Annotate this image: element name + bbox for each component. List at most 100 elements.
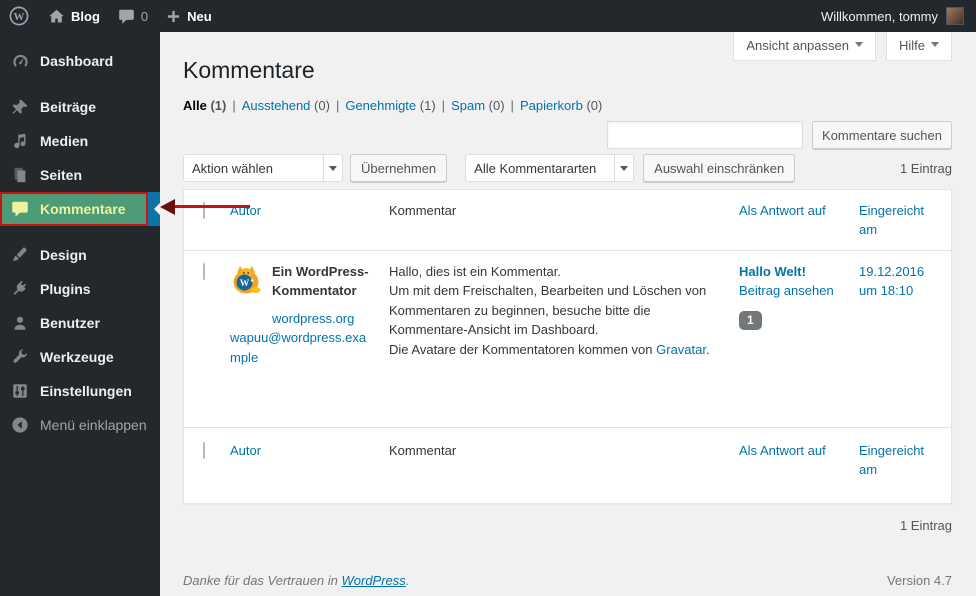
sidebar-item-users[interactable]: Benutzer (0, 306, 160, 340)
column-author[interactable]: Autor (230, 443, 261, 458)
in-response-to-cell: Hallo Welt! Beitrag ansehen 1 (729, 251, 849, 427)
filter-all[interactable]: Alle (1) (183, 98, 226, 113)
settings-icon (10, 381, 30, 401)
admin-bar-comments[interactable]: 0 (109, 0, 157, 32)
collapse-arrow-icon (10, 415, 30, 435)
author-name: Ein WordPress-Kommentator (272, 263, 369, 299)
author-email-link[interactable]: wapuu@wordpress.example (230, 328, 369, 367)
row-checkbox[interactable] (203, 262, 205, 280)
items-count: 1 Eintrag (899, 160, 952, 176)
collapse-menu-button[interactable]: Menü einklappen (0, 408, 160, 442)
sidebar-item-label: Plugins (40, 281, 91, 297)
paintbrush-icon (10, 245, 30, 265)
comment-text: Die Avatare der Kommentatoren kommen von… (389, 341, 710, 357)
comment-date-link[interactable]: 19.12.2016 (859, 262, 941, 282)
comment-count: 0 (140, 8, 149, 24)
sidebar-item-label: Werkzeuge (40, 349, 114, 365)
search-input[interactable] (607, 121, 803, 149)
home-icon (48, 8, 65, 25)
version-text: Version 4.7 (886, 573, 952, 588)
sidebar-item-label: Design (40, 247, 87, 263)
collapse-menu-label: Menü einklappen (40, 417, 147, 433)
plus-icon (166, 9, 181, 24)
status-filter-links: Alle (1) | Ausstehend (0) | Genehmigte (1) | S… (183, 98, 603, 113)
column-in-response-to[interactable]: Als Antwort auf (739, 203, 826, 218)
comments-table: Autor Kommentar Als Antwort auf Eingerei… (183, 189, 952, 505)
items-count: 1 Eintrag (899, 518, 952, 534)
comment-text: Um mit dem Freischalten, Bearbeiten und … (389, 283, 707, 338)
chevron-down-icon (931, 42, 939, 51)
screen-options-label: Ansicht anpassen (746, 38, 849, 53)
wordpress-logo-icon[interactable]: W (0, 0, 39, 32)
comments-icon (10, 199, 30, 219)
comment-count-badge[interactable]: 1 (739, 310, 762, 331)
view-post-link[interactable]: Beitrag ansehen (739, 281, 839, 301)
greeting-text[interactable]: Willkommen, tommy (821, 9, 938, 24)
wordpress-link[interactable]: WordPress (342, 573, 406, 588)
apply-button[interactable]: Übernehmen (350, 154, 448, 182)
post-link[interactable]: Hallo Welt! (739, 262, 839, 282)
pushpin-icon (10, 97, 30, 117)
filter-approved[interactable]: Genehmigte (345, 98, 416, 113)
sidebar-item-label: Dashboard (40, 53, 114, 69)
admin-bar: W Blog 0 Neu Willkommen, tommy (0, 0, 976, 32)
select-arrow-icon (323, 155, 342, 181)
filter-button[interactable]: Auswahl einschränken (643, 154, 796, 182)
bulk-action-select[interactable]: Aktion wählen (183, 154, 343, 182)
sidebar-item-comments[interactable]: Kommentare (0, 192, 160, 226)
footer-thanks-text: Danke für das Vertrauen in WordPress. (183, 573, 410, 588)
sidebar-item-tools[interactable]: Werkzeuge (0, 340, 160, 374)
admin-bar-new[interactable]: Neu (157, 0, 221, 32)
search-comments-button[interactable]: Kommentare suchen (812, 121, 952, 149)
dashboard-icon (10, 51, 30, 71)
column-comment: Kommentar (389, 442, 457, 458)
help-button[interactable]: Hilfe (885, 32, 952, 61)
tablenav-bottom: 1 Eintrag (183, 518, 952, 533)
user-icon (10, 313, 30, 333)
sidebar-item-label: Seiten (40, 167, 83, 183)
filter-spam[interactable]: Spam (451, 98, 485, 113)
new-label: Neu (187, 8, 212, 24)
annotation-arrow-head (152, 199, 175, 215)
author-url-link[interactable]: wordpress.org (272, 309, 354, 329)
sidebar-item-label: Benutzer (40, 315, 100, 331)
sidebar-item-media[interactable]: Medien (0, 124, 160, 158)
sidebar-item-pages[interactable]: Seiten (0, 158, 160, 192)
select-arrow-icon (614, 155, 633, 181)
sidebar-item-appearance[interactable]: Design (0, 238, 160, 272)
select-all-checkbox[interactable] (203, 441, 205, 459)
comment-type-select[interactable]: Alle Kommentararten (465, 154, 635, 182)
user-avatar[interactable] (946, 7, 964, 25)
column-submitted-on[interactable]: Eingereicht am (859, 443, 924, 477)
media-icon (10, 131, 30, 151)
column-in-response-to[interactable]: Als Antwort auf (739, 443, 826, 458)
wrench-icon (10, 347, 30, 367)
admin-footer: Danke für das Vertrauen in WordPress. Ve… (183, 573, 952, 588)
comment-cell: Hallo, dies ist ein Kommentar. Um mit de… (379, 251, 729, 427)
comment-bubble-icon (118, 8, 135, 25)
content-area: Ansicht anpassen Hilfe Kommentare Alle (… (160, 32, 976, 596)
help-label: Hilfe (898, 38, 925, 53)
sidebar-item-label: Kommentare (40, 201, 126, 217)
column-submitted-on[interactable]: Eingereicht am (859, 203, 924, 237)
sidebar-item-posts[interactable]: Beiträge (0, 90, 160, 124)
screen-options-button[interactable]: Ansicht anpassen (733, 32, 876, 61)
table-header-row: Autor Kommentar Als Antwort auf Eingerei… (184, 190, 951, 251)
sidebar-item-plugins[interactable]: Plugins (0, 272, 160, 306)
chevron-down-icon (854, 42, 863, 51)
filter-pending[interactable]: Ausstehend (242, 98, 311, 113)
sidebar-item-label: Medien (40, 133, 89, 149)
filter-trash[interactable]: Papierkorb (520, 98, 583, 113)
comment-row: W Ein WordPress-Kommentator wordpress.or… (184, 251, 951, 427)
table-footer-row: Autor Kommentar Als Antwort auf Eingerei… (184, 426, 951, 504)
sidebar-item-label: Beiträge (40, 99, 97, 115)
author-cell: W Ein WordPress-Kommentator wordpress.or… (220, 251, 379, 427)
gravatar-link[interactable]: Gravatar (656, 342, 706, 357)
admin-bar-site-menu[interactable]: Blog (39, 0, 109, 32)
site-name: Blog (71, 8, 100, 24)
sidebar-item-settings[interactable]: Einstellungen (0, 374, 160, 408)
tablenav-top: Aktion wählen Übernehmen Alle Kommentara… (183, 153, 952, 183)
comment-time-link[interactable]: um 18:10 (859, 281, 941, 301)
plug-icon (10, 279, 30, 299)
sidebar-item-dashboard[interactable]: Dashboard (0, 44, 160, 78)
